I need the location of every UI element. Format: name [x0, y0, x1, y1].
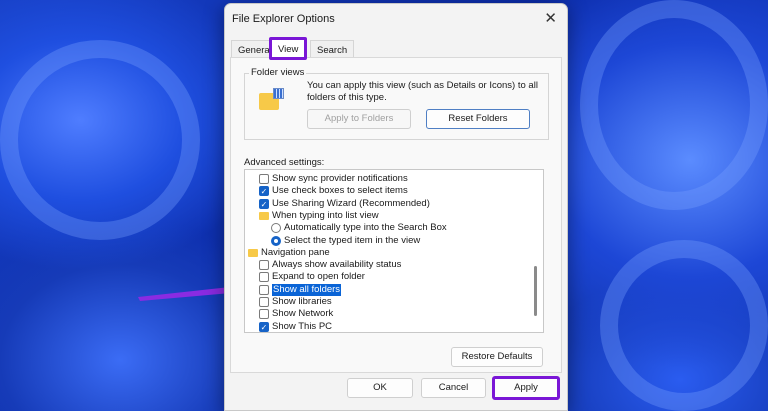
settings-item[interactable]: Show all folders: [259, 283, 342, 296]
settings-item-label: Show This PC: [272, 320, 333, 332]
checkbox-checked-icon[interactable]: ✓: [259, 198, 269, 209]
checkbox-icon[interactable]: [259, 284, 269, 295]
checkbox-icon[interactable]: [259, 272, 269, 283]
settings-item[interactable]: Automatically type into the Search Box: [271, 222, 447, 234]
checkbox-checked-icon[interactable]: ✓: [259, 186, 269, 197]
settings-item-label: Show libraries: [272, 296, 332, 307]
tab-view[interactable]: View: [269, 37, 308, 60]
settings-item-label: Always show availability status: [272, 259, 402, 271]
apply-to-folders-button[interactable]: Apply to Folders: [307, 109, 411, 129]
settings-item-label: When typing into list view: [272, 209, 379, 221]
settings-item[interactable]: ✓ Use check boxes to select items: [259, 185, 408, 197]
checkbox-checked-icon[interactable]: ✓: [259, 321, 269, 332]
checkbox-icon[interactable]: [259, 309, 269, 320]
cancel-button[interactable]: Cancel: [421, 378, 486, 398]
advanced-settings-label: Advanced settings:: [244, 157, 325, 168]
apply-button[interactable]: Apply: [492, 376, 560, 400]
settings-item-label: Use Sharing Wizard (Recommended): [272, 197, 430, 209]
checkbox-icon[interactable]: [259, 260, 269, 271]
settings-item-label: Show sync provider notifications: [272, 173, 408, 184]
wallpaper-swirl: [580, 0, 768, 210]
wallpaper-swirl: [0, 40, 200, 240]
settings-item-label: Automatically type into the Search Box: [284, 222, 447, 234]
advanced-settings-list[interactable]: Show sync provider notifications ✓ Use che…: [244, 169, 544, 333]
settings-item[interactable]: Select the typed item in the view: [271, 235, 420, 247]
folder-views-group: Folder views You can apply this view (su…: [244, 67, 549, 140]
settings-item: When typing into list view: [259, 210, 379, 222]
reset-folders-button[interactable]: Reset Folders: [426, 109, 530, 129]
settings-item: Navigation pane: [248, 247, 330, 259]
details-grid-icon: [273, 88, 284, 99]
checkbox-icon[interactable]: [259, 297, 269, 307]
settings-item[interactable]: ✓ Show This PC: [259, 321, 332, 333]
settings-item[interactable]: ✓ Use Sharing Wizard (Recommended): [259, 198, 430, 210]
settings-item-label: Show Network: [272, 308, 334, 320]
close-icon[interactable]: ✕: [544, 9, 557, 27]
settings-item-label: Use check boxes to select items: [272, 185, 408, 197]
file-explorer-options-dialog: File Explorer Options ✕ General View Sea…: [224, 3, 568, 411]
settings-item[interactable]: Expand to open folder: [259, 271, 365, 283]
folder-icon: [259, 211, 269, 220]
checkbox-icon[interactable]: [259, 174, 269, 184]
folder-views-description: You can apply this view (such as Details…: [307, 80, 538, 103]
settings-item-label: Select the typed item in the view: [284, 234, 421, 246]
settings-item-label: Expand to open folder: [272, 271, 365, 283]
settings-item-label: Show all folders: [272, 283, 342, 296]
folder-views-label: Folder views: [249, 67, 307, 78]
radio-icon[interactable]: [271, 223, 281, 234]
ok-button[interactable]: OK: [347, 378, 413, 398]
settings-item-label: Navigation pane: [261, 246, 330, 258]
scrollbar-thumb[interactable]: [534, 266, 537, 316]
wallpaper-swirl: [600, 240, 768, 411]
settings-item[interactable]: Show libraries: [259, 296, 332, 308]
settings-item[interactable]: Show sync provider notifications: [259, 173, 408, 185]
radio-selected-icon[interactable]: [271, 235, 281, 246]
navigation-pane-icon: [248, 248, 258, 257]
view-tab-panel: Folder views You can apply this view (su…: [230, 57, 562, 373]
settings-item[interactable]: Always show availability status: [259, 259, 401, 271]
settings-item[interactable]: Show Network: [259, 308, 333, 320]
dialog-title: File Explorer Options: [232, 13, 335, 25]
restore-defaults-button[interactable]: Restore Defaults: [451, 347, 543, 367]
